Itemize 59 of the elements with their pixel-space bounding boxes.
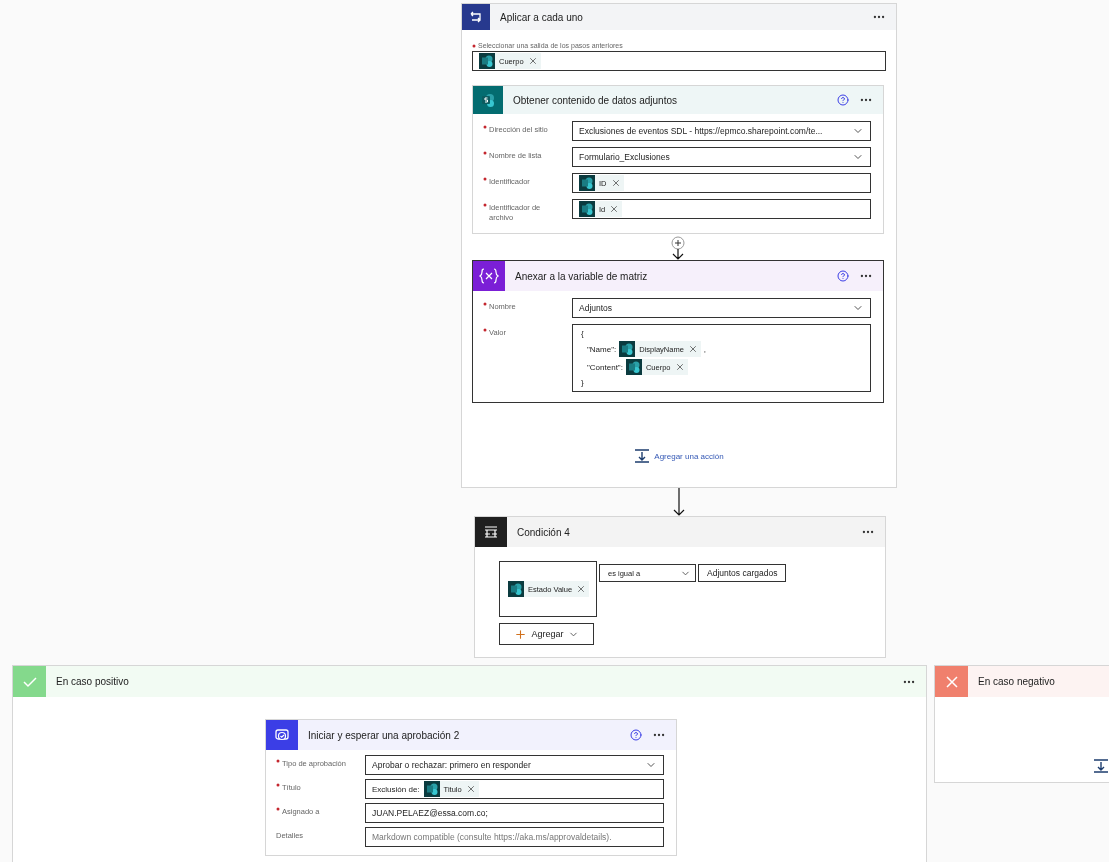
dropdown-field[interactable]: Adjuntos: [572, 298, 871, 318]
dropdown-field[interactable]: Aprobar o rechazar: primero en responder: [365, 755, 664, 775]
sharepoint-icon: [625, 359, 642, 375]
remove-icon[interactable]: [610, 178, 621, 188]
help-icon[interactable]: [837, 94, 849, 106]
card-header[interactable]: En caso positivo: [13, 666, 926, 697]
condition-icon: [483, 524, 499, 540]
add-action-icon: [1093, 759, 1109, 773]
card-header[interactable]: Aplicar a cada uno: [462, 4, 896, 30]
help-icon[interactable]: [837, 270, 849, 282]
card-title: Aplicar a cada uno: [500, 11, 584, 23]
remove-icon[interactable]: [609, 204, 620, 214]
remove-icon[interactable]: [465, 784, 476, 794]
remove-icon[interactable]: [527, 56, 538, 66]
text-field[interactable]: JUAN.PELAEZ@essa.com.co;: [365, 803, 664, 823]
field-text: "Name":: [587, 344, 617, 354]
text-field[interactable]: Markdown compatible (consulte https://aka.ms/approvaldetails).: [365, 827, 664, 847]
card-title: Iniciar y esperar una aprobación 2: [308, 729, 461, 741]
card-title: En caso negativo: [978, 676, 1056, 687]
field-text: "Content":: [587, 362, 623, 372]
field-text: }: [581, 378, 584, 387]
add-action-icon: [634, 449, 651, 463]
sharepoint-icon: [480, 92, 496, 108]
sharepoint-icon: [508, 581, 524, 597]
card-header[interactable]: Iniciar y esperar una aprobación 2: [266, 720, 676, 750]
connector-arrow: [672, 248, 684, 260]
card-title: Condición 4: [517, 526, 571, 538]
field-text: {: [581, 329, 584, 338]
variable-icon: [479, 268, 499, 284]
card-title: En caso positivo: [56, 676, 130, 687]
card-title: Anexar a la variable de matriz: [515, 270, 649, 282]
sharepoint-icon: [619, 341, 636, 357]
plus-icon: [514, 627, 528, 641]
field-text: Exclusión de:: [372, 784, 420, 794]
sharepoint-icon: [423, 781, 440, 797]
value-field[interactable]: Adjuntos cargados: [698, 564, 787, 582]
remove-icon[interactable]: [687, 344, 698, 354]
dropdown-field[interactable]: Exclusiones de eventos SDL - https://epmco.sharepoint.com/te...: [572, 121, 871, 141]
add-button[interactable]: Agregar: [499, 623, 594, 645]
add-action-link[interactable]: Agregar una acción: [632, 447, 726, 465]
remove-icon[interactable]: [674, 362, 685, 372]
card-header[interactable]: Obtener contenido de datos adjuntos: [473, 86, 883, 114]
add-action-button[interactable]: [1093, 759, 1109, 773]
sharepoint-icon: [579, 201, 595, 217]
loop-icon: [468, 9, 484, 25]
help-icon[interactable]: [630, 729, 642, 741]
approval-icon: [274, 727, 290, 743]
card-header[interactable]: Condición 4: [475, 517, 885, 547]
connector-arrow: [673, 488, 685, 516]
sharepoint-icon: [579, 175, 595, 191]
card-title: Obtener contenido de datos adjuntos: [513, 94, 678, 106]
dropdown-field[interactable]: Formulario_Exclusiones: [572, 147, 871, 167]
remove-icon[interactable]: [576, 584, 587, 594]
field-text: ,: [703, 344, 707, 354]
card-header[interactable]: Anexar a la variable de matriz: [473, 261, 883, 291]
card-header[interactable]: En caso negativo: [935, 666, 1109, 697]
sharepoint-icon: [479, 53, 495, 69]
insert-step-button[interactable]: [671, 236, 685, 250]
close-icon: [943, 673, 960, 690]
